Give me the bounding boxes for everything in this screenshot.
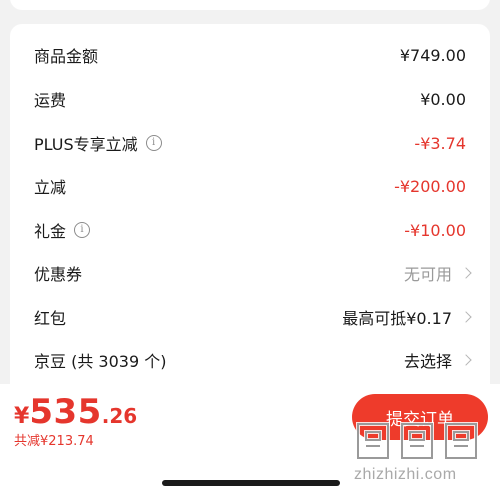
total-integer: 535 [29, 392, 102, 432]
submit-order-button[interactable]: 提交订单 [352, 394, 488, 440]
total-price: ¥ 535 .26 [14, 392, 137, 432]
red-packet-value: 最高可抵¥0.17 [342, 309, 452, 328]
row-plus-discount: PLUS专享立减 i -¥3.74 [34, 128, 466, 158]
jd-beans-label: 京豆 (共 3039 个) [34, 352, 167, 371]
shipping-label: 运费 [34, 91, 67, 110]
shipping-value: ¥0.00 [420, 89, 466, 109]
goods-amount-value: ¥749.00 [399, 45, 466, 65]
row-instant-discount: 立减 -¥200.00 [34, 171, 466, 201]
previous-card [10, 0, 490, 10]
total-saved: 共减¥213.74 [14, 434, 94, 449]
chevron-right-icon [460, 311, 472, 323]
chevron-right-icon [460, 354, 472, 366]
row-shipping: 运费 ¥0.00 [34, 84, 466, 114]
red-packet-label: 红包 [34, 309, 67, 328]
row-gift-money: 礼金 i -¥10.00 [34, 215, 466, 245]
coupon-value: 无可用 [403, 265, 452, 284]
coupon-label: 优惠券 [34, 265, 83, 284]
total-currency: ¥ [14, 404, 30, 429]
total-decimal: .26 [101, 404, 138, 428]
home-indicator [162, 480, 340, 486]
row-goods-amount: 商品金额 ¥749.00 [34, 40, 466, 70]
instant-discount-label: 立减 [34, 178, 67, 197]
checkout-bar: ¥ 535 .26 共减¥213.74 提交订单 [0, 384, 500, 494]
plus-discount-label: PLUS专享立减 [34, 135, 138, 154]
info-icon[interactable]: i [74, 222, 91, 238]
jd-beans-value: 去选择 [403, 352, 452, 371]
info-icon[interactable]: i [145, 135, 162, 151]
plus-discount-value: -¥3.74 [414, 133, 466, 153]
gift-money-value: -¥10.00 [404, 220, 466, 240]
price-summary-card: 商品金额 ¥749.00 运费 ¥0.00 PLUS专享立减 i -¥3.74 … [10, 24, 490, 404]
row-jd-beans[interactable]: 京豆 (共 3039 个) 去选择 [34, 345, 472, 375]
gift-money-label: 礼金 [34, 222, 67, 241]
chevron-right-icon [460, 267, 472, 279]
row-red-packet[interactable]: 红包 最高可抵¥0.17 [34, 302, 472, 332]
row-coupon[interactable]: 优惠券 无可用 [34, 258, 472, 288]
instant-discount-value: -¥200.00 [394, 176, 466, 196]
goods-amount-label: 商品金额 [34, 47, 99, 66]
